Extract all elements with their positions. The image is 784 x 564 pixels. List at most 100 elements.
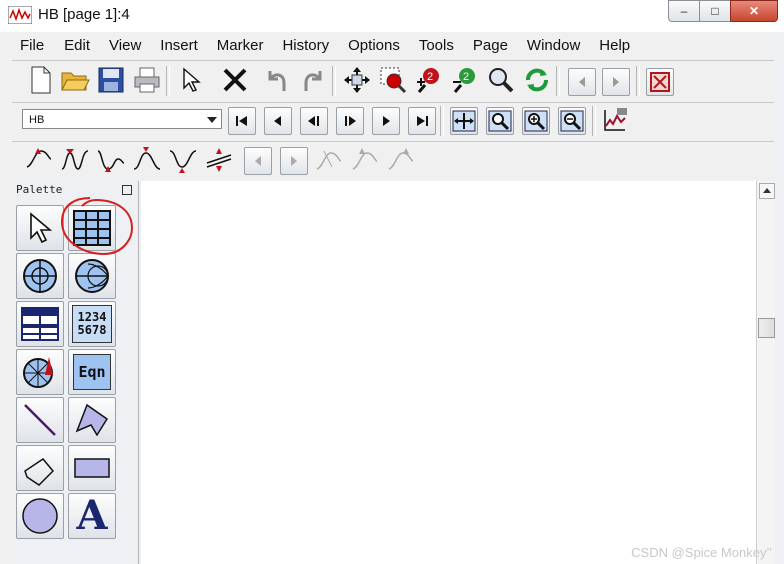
marker-left-icon[interactable] (350, 145, 380, 175)
menu-options[interactable]: Options (348, 33, 400, 57)
smith-chart-icon (75, 259, 109, 293)
next-page-icon[interactable] (602, 68, 630, 96)
scroll-thumb[interactable] (758, 318, 775, 338)
palette-tabular-button[interactable]: 1234 5678 (68, 301, 116, 347)
palette-line-button[interactable] (16, 397, 64, 443)
marker-delta-icon[interactable] (204, 145, 234, 175)
new-document-icon[interactable] (26, 65, 56, 95)
left-frame (0, 33, 12, 564)
watermark: CSDN @Spice Monkey’’ (631, 545, 772, 560)
menu-bar: File Edit View Insert Marker History Opt… (12, 33, 772, 57)
rectangle-icon (74, 458, 110, 478)
window-title: HB [page 1]:4 (38, 6, 130, 23)
svg-text:2: 2 (427, 71, 433, 83)
title-bar: HB [page 1]:4 ‒ □ ✕ (0, 0, 784, 32)
print-icon[interactable] (132, 65, 162, 95)
navigation-toolbar: HB (12, 102, 774, 139)
zoom-in-2x-icon[interactable]: 2 (414, 65, 444, 95)
palette-equation-button[interactable]: Eqn (68, 349, 116, 395)
menu-edit[interactable]: Edit (64, 33, 90, 57)
dataset-select[interactable]: HB (22, 109, 222, 129)
forward-icon[interactable] (336, 107, 364, 135)
list-table-icon (21, 307, 59, 341)
refresh-icon[interactable] (522, 65, 552, 95)
menu-view[interactable]: View (109, 33, 141, 57)
line-icon (24, 404, 56, 436)
marker-min-icon[interactable] (168, 145, 198, 175)
app-window: HB [page 1]:4 ‒ □ ✕ File Edit View Inser… (0, 0, 784, 564)
palette-panel: Palette 1234 5678 Eqn A (12, 181, 139, 564)
menu-help[interactable]: Help (599, 33, 630, 57)
palette-rectangular-plot-button[interactable] (68, 205, 116, 251)
fit-all-icon[interactable] (450, 107, 478, 135)
select-pointer-icon[interactable] (176, 65, 206, 95)
toolbar-separator (592, 106, 596, 136)
save-icon[interactable] (96, 65, 126, 95)
palette-select-button[interactable] (16, 205, 64, 251)
scroll-up-button[interactable] (759, 183, 775, 199)
toolbar-separator (440, 106, 444, 136)
move-icon[interactable] (342, 65, 372, 95)
menu-marker[interactable]: Marker (217, 33, 264, 57)
menu-page[interactable]: Page (473, 33, 508, 57)
delete-icon[interactable] (220, 65, 250, 95)
menu-history[interactable]: History (282, 33, 329, 57)
open-folder-icon[interactable] (60, 65, 90, 95)
palette-smith-chart-button[interactable] (68, 253, 116, 299)
main-toolbar: 2 2 (12, 60, 774, 101)
grid-plot-icon (73, 210, 111, 246)
palette-text-button[interactable]: A (68, 493, 116, 539)
zoom-box-icon[interactable] (378, 65, 408, 95)
previous-page-icon[interactable] (568, 68, 596, 96)
back-icon[interactable] (300, 107, 328, 135)
palette-ellipse-button[interactable] (16, 493, 64, 539)
palette-polygon-button[interactable] (68, 397, 116, 443)
marker-peak-icon[interactable] (60, 145, 90, 175)
menu-file[interactable]: File (20, 33, 44, 57)
zoom-out-2x-icon[interactable]: 2 (450, 65, 480, 95)
undo-icon[interactable] (262, 65, 292, 95)
marker-curve-icon[interactable] (24, 145, 54, 175)
circle-icon (22, 498, 58, 534)
palette-rectangle-button[interactable] (68, 445, 116, 491)
numeric-table-label: 1234 5678 (77, 310, 107, 337)
polar-plot-icon (23, 259, 57, 293)
equation-label: Eqn (78, 363, 106, 381)
zoom-in-icon[interactable] (522, 107, 550, 135)
numeric-table-icon: 1234 5678 (72, 305, 112, 343)
pin-icon[interactable] (122, 185, 132, 195)
marker-valley-icon[interactable] (96, 145, 126, 175)
marker-max-icon[interactable] (132, 145, 162, 175)
toolbar-separator (636, 66, 640, 96)
palette-polar-plot-button[interactable] (16, 253, 64, 299)
palette-antenna-button[interactable] (16, 349, 64, 395)
zoom-icon[interactable] (486, 65, 516, 95)
redo-icon[interactable] (298, 65, 328, 95)
pointer-icon (30, 212, 53, 244)
step-back-icon[interactable] (264, 107, 292, 135)
last-icon[interactable] (408, 107, 436, 135)
plot-properties-icon[interactable] (600, 105, 630, 135)
palette-list-button[interactable] (16, 301, 64, 347)
vertical-scrollbar[interactable] (756, 181, 775, 564)
marker-trace-icon[interactable] (314, 145, 344, 175)
marker-right-icon[interactable] (386, 145, 416, 175)
menu-insert[interactable]: Insert (160, 33, 198, 57)
plot-canvas[interactable] (141, 181, 756, 564)
step-forward-icon[interactable] (372, 107, 400, 135)
first-icon[interactable] (228, 107, 256, 135)
zoom-out-icon[interactable] (558, 107, 586, 135)
menu-tools[interactable]: Tools (419, 33, 454, 57)
palette-polyline-button[interactable] (16, 445, 64, 491)
zoom-window-icon[interactable] (486, 107, 514, 135)
stop-icon[interactable] (646, 68, 674, 96)
close-button[interactable]: ✕ (730, 0, 778, 22)
right-frame (774, 33, 784, 564)
marker-toolbar (12, 141, 774, 178)
maximize-button[interactable]: □ (699, 0, 731, 22)
toolbar-separator (166, 66, 170, 96)
minimize-button[interactable]: ‒ (668, 0, 700, 22)
marker-next-icon[interactable] (280, 147, 308, 175)
marker-prev-icon[interactable] (244, 147, 272, 175)
menu-window[interactable]: Window (527, 33, 580, 57)
